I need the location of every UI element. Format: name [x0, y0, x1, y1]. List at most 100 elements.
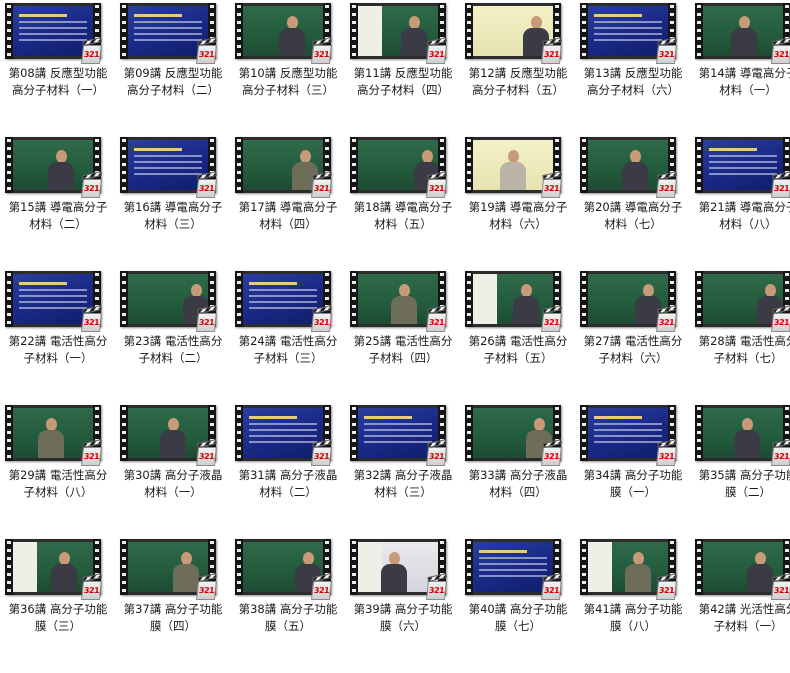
video-title-link[interactable]: 第09講 反應型功能高分子材料（二） — [118, 65, 228, 99]
video-item[interactable]: 321 第41講 高分子功能膜（八） — [578, 539, 693, 673]
video-title-link[interactable]: 第25講 電活性高分子材料（四） — [348, 333, 458, 367]
video-title-link[interactable]: 第21講 導電高分子材料（八） — [693, 199, 790, 233]
video-item[interactable]: 321 第31講 高分子液晶材料（二） — [233, 405, 348, 539]
video-title-link[interactable]: 第20講 導電高分子材料（七） — [578, 199, 688, 233]
video-frame — [588, 6, 668, 56]
video-item[interactable]: 321 第35講 高分子功能膜（二） — [693, 405, 790, 539]
video-item[interactable]: 321 第22講 電活性高分子材料（一） — [3, 271, 118, 405]
video-item[interactable]: 321 第39講 高分子功能膜（六） — [348, 539, 463, 673]
video-frame — [473, 140, 553, 190]
film-strip-border — [465, 405, 473, 461]
badge-text: 321 — [313, 452, 330, 461]
video-title-link[interactable]: 第19講 導電高分子材料（六） — [463, 199, 573, 233]
badge-text: 321 — [198, 452, 215, 461]
video-title-link[interactable]: 第11講 反應型功能高分子材料（四） — [348, 65, 458, 99]
video-item[interactable]: 321 第25講 電活性高分子材料（四） — [348, 271, 463, 405]
video-title-link[interactable]: 第35講 高分子功能膜（二） — [693, 467, 790, 501]
video-title-link[interactable]: 第27講 電活性高分子材料（六） — [578, 333, 688, 367]
video-item[interactable]: 321 第12講 反應型功能高分子材料（五） — [463, 3, 578, 137]
video-item[interactable]: 321 第30講 高分子液晶材料（一） — [118, 405, 233, 539]
video-item[interactable]: 321 第42講 光活性高分子材料（一） — [693, 539, 790, 673]
video-title-link[interactable]: 第26講 電活性高分子材料（五） — [463, 333, 573, 367]
video-title-link[interactable]: 第17講 導電高分子材料（四） — [233, 199, 343, 233]
video-frame — [358, 408, 438, 458]
video-title-link[interactable]: 第36講 高分子功能膜（三） — [3, 601, 113, 635]
video-item[interactable]: 321 第40講 高分子功能膜（七） — [463, 539, 578, 673]
video-title-link[interactable]: 第14講 導電高分子材料（一） — [693, 65, 790, 99]
film-strip-border — [695, 539, 703, 595]
video-title-link[interactable]: 第33講 高分子液晶材料（四） — [463, 467, 573, 501]
video-title-link[interactable]: 第12講 反應型功能高分子材料（五） — [463, 65, 573, 99]
badge-text: 321 — [313, 50, 330, 59]
video-title-link[interactable]: 第41講 高分子功能膜（八） — [578, 601, 688, 635]
video-item[interactable]: 321 第08講 反應型功能高分子材料（一） — [3, 3, 118, 137]
video-title-link[interactable]: 第16講 導電高分子材料（三） — [118, 199, 228, 233]
video-title-link[interactable]: 第39講 高分子功能膜（六） — [348, 601, 458, 635]
film-strip-border — [5, 137, 13, 193]
film-strip-border — [695, 405, 703, 461]
clapperboard-icon: 321 — [311, 439, 332, 466]
video-item[interactable]: 321 第13講 反應型功能高分子材料（六） — [578, 3, 693, 137]
video-item[interactable]: 321 第29講 電活性高分子材料（八） — [3, 405, 118, 539]
video-item[interactable]: 321 第38講 高分子功能膜（五） — [233, 539, 348, 673]
video-item[interactable]: 321 第17講 導電高分子材料（四） — [233, 137, 348, 271]
video-frame — [703, 6, 783, 56]
video-item[interactable]: 321 第14講 導電高分子材料（一） — [693, 3, 790, 137]
clapperboard-icon: 321 — [541, 37, 562, 64]
video-title-link[interactable]: 第08講 反應型功能高分子材料（一） — [3, 65, 113, 99]
video-item[interactable]: 321 第10講 反應型功能高分子材料（三） — [233, 3, 348, 137]
video-item[interactable]: 321 第16講 導電高分子材料（三） — [118, 137, 233, 271]
badge-text: 321 — [773, 318, 790, 327]
video-item[interactable]: 321 第28講 電活性高分子材料（七） — [693, 271, 790, 405]
video-title-link[interactable]: 第34講 高分子功能膜（一） — [578, 467, 688, 501]
video-title-link[interactable]: 第29講 電活性高分子材料（八） — [3, 467, 113, 501]
video-frame — [358, 6, 438, 56]
video-item[interactable]: 321 第11講 反應型功能高分子材料（四） — [348, 3, 463, 137]
clapperboard-icon: 321 — [541, 305, 562, 332]
lecturer-figure — [173, 552, 199, 592]
video-title-link[interactable]: 第32講 高分子液晶材料（三） — [348, 467, 458, 501]
video-title-link[interactable]: 第28講 電活性高分子材料（七） — [693, 333, 790, 367]
video-frame — [243, 140, 323, 190]
video-title-link[interactable]: 第40講 高分子功能膜（七） — [463, 601, 573, 635]
video-item[interactable]: 321 第15講 導電高分子材料（二） — [3, 137, 118, 271]
video-item[interactable]: 321 第27講 電活性高分子材料（六） — [578, 271, 693, 405]
video-item[interactable]: 321 第26講 電活性高分子材料（五） — [463, 271, 578, 405]
video-title-link[interactable]: 第42講 光活性高分子材料（一） — [693, 601, 790, 635]
video-item[interactable]: 321 第19講 導電高分子材料（六） — [463, 137, 578, 271]
video-title-link[interactable]: 第22講 電活性高分子材料（一） — [3, 333, 113, 367]
video-title-link[interactable]: 第18講 導電高分子材料（五） — [348, 199, 458, 233]
clapperboard-icon: 321 — [426, 439, 447, 466]
video-item[interactable]: 321 第23講 電活性高分子材料（二） — [118, 271, 233, 405]
video-item[interactable]: 321 第34講 高分子功能膜（一） — [578, 405, 693, 539]
clapperboard-icon: 321 — [541, 171, 562, 198]
video-item[interactable]: 321 第20講 導電高分子材料（七） — [578, 137, 693, 271]
video-item[interactable]: 321 第37講 高分子功能膜（四） — [118, 539, 233, 673]
video-item[interactable]: 321 第36講 高分子功能膜（三） — [3, 539, 118, 673]
video-item[interactable]: 321 第09講 反應型功能高分子材料（二） — [118, 3, 233, 137]
film-strip-border — [235, 3, 243, 59]
video-title-link[interactable]: 第23講 電活性高分子材料（二） — [118, 333, 228, 367]
badge-text: 321 — [658, 452, 675, 461]
lecturer-figure — [160, 418, 186, 458]
video-item[interactable]: 321 第18講 導電高分子材料（五） — [348, 137, 463, 271]
video-title-link[interactable]: 第13講 反應型功能高分子材料（六） — [578, 65, 688, 99]
video-title-link[interactable]: 第31講 高分子液晶材料（二） — [233, 467, 343, 501]
video-title-link[interactable]: 第30講 高分子液晶材料（一） — [118, 467, 228, 501]
video-title-link[interactable]: 第38講 高分子功能膜（五） — [233, 601, 343, 635]
clapperboard-icon: 321 — [311, 171, 332, 198]
classroom-window — [358, 542, 382, 592]
clapperboard-icon: 321 — [81, 305, 102, 332]
video-item[interactable]: 321 第32講 高分子液晶材料（三） — [348, 405, 463, 539]
classroom-window — [588, 542, 612, 592]
video-item[interactable]: 321 第24講 電活性高分子材料（三） — [233, 271, 348, 405]
video-title-link[interactable]: 第10講 反應型功能高分子材料（三） — [233, 65, 343, 99]
video-item[interactable]: 321 第21講 導電高分子材料（八） — [693, 137, 790, 271]
badge-text: 321 — [198, 586, 215, 595]
video-item[interactable]: 321 第33講 高分子液晶材料（四） — [463, 405, 578, 539]
clapperboard-icon: 321 — [426, 37, 447, 64]
clapperboard-icon: 321 — [656, 439, 677, 466]
video-title-link[interactable]: 第15講 導電高分子材料（二） — [3, 199, 113, 233]
video-title-link[interactable]: 第37講 高分子功能膜（四） — [118, 601, 228, 635]
video-title-link[interactable]: 第24講 電活性高分子材料（三） — [233, 333, 343, 367]
